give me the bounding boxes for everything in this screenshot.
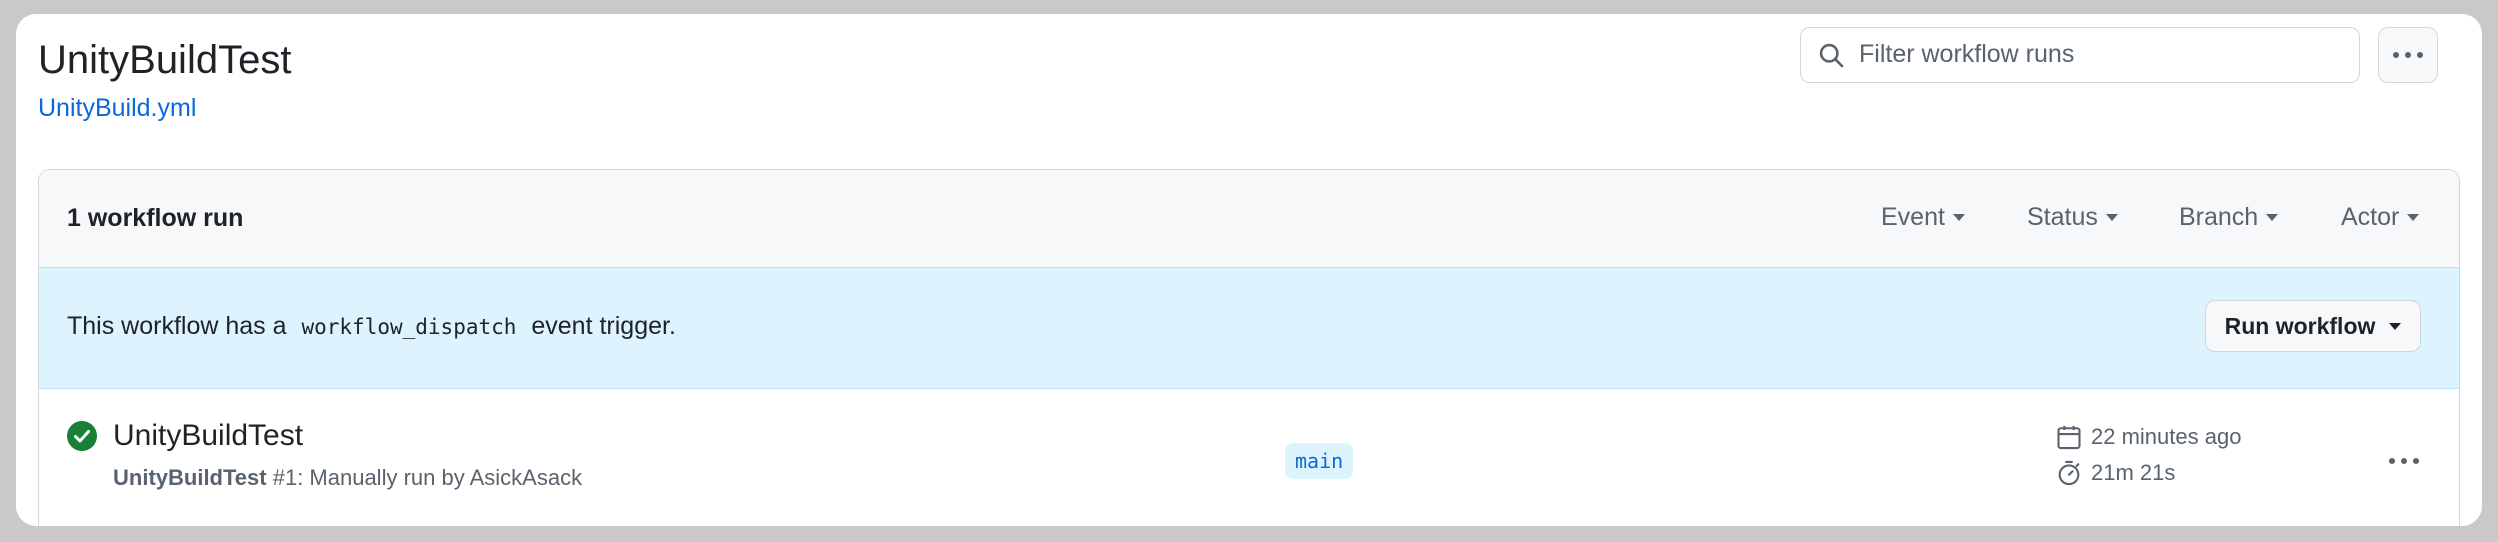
run-title-link[interactable]: UnityBuildTest: [113, 419, 303, 453]
filter-status-dropdown[interactable]: Status: [2027, 203, 2118, 232]
branch-badge[interactable]: main: [1285, 443, 1354, 479]
calendar-icon: [2057, 425, 2081, 450]
stopwatch-icon: [2058, 460, 2080, 486]
run-options-button[interactable]: [2379, 441, 2429, 481]
filter-search-box[interactable]: [1800, 27, 2360, 83]
run-workflow-name: UnityBuildTest: [113, 465, 267, 490]
page-title: UnityBuildTest: [38, 38, 292, 82]
search-icon: [1819, 43, 1844, 68]
workflow-file-link[interactable]: UnityBuild.yml: [38, 92, 196, 124]
run-count: 1 workflow run: [67, 204, 244, 232]
caret-down-icon: [1952, 214, 1965, 221]
filter-event-dropdown[interactable]: Event: [1881, 203, 1965, 232]
banner-text: This workflow has a workflow_dispatch ev…: [67, 312, 676, 341]
run-duration: 21m 21s: [2055, 459, 2175, 487]
check-circle-icon: [67, 421, 97, 451]
caret-down-icon: [2407, 214, 2420, 221]
caret-down-icon: [2105, 214, 2118, 221]
banner-code: workflow_dispatch: [301, 315, 517, 339]
dispatch-banner: This workflow has a workflow_dispatch ev…: [39, 268, 2459, 389]
filter-label: Status: [2027, 203, 2098, 231]
run-info: #1: Manually run by AsickAsack: [272, 465, 583, 490]
more-options-button[interactable]: [2378, 27, 2438, 83]
filter-label: Actor: [2341, 203, 2400, 231]
caret-down-icon: [2266, 214, 2279, 221]
run-workflow-button[interactable]: Run workflow: [2205, 300, 2421, 352]
caret-down-icon: [2389, 322, 2402, 330]
kebab-horizontal-icon: [2389, 458, 2419, 464]
kebab-horizontal-icon: [2393, 52, 2423, 58]
workflow-runs-box: 1 workflow run Event Status Branch Actor…: [38, 169, 2460, 526]
filter-label: Event: [1881, 203, 1945, 231]
runs-header: 1 workflow run Event Status Branch Actor: [39, 170, 2459, 268]
filter-branch-dropdown[interactable]: Branch: [2179, 203, 2279, 232]
banner-prefix: This workflow has a: [67, 312, 287, 340]
time-ago-text: 22 minutes ago: [2091, 424, 2242, 449]
run-meta: UnityBuildTest #1: Manually run by Asick…: [113, 465, 582, 491]
banner-suffix: event trigger.: [531, 312, 676, 340]
workflow-page: UnityBuildTest UnityBuild.yml 1 workflow…: [16, 14, 2482, 526]
run-workflow-label: Run workflow: [2224, 312, 2376, 339]
run-time-ago: 22 minutes ago: [2055, 423, 2241, 451]
search-input[interactable]: [1859, 28, 2339, 81]
duration-text: 21m 21s: [2091, 460, 2176, 485]
filter-label: Branch: [2179, 203, 2259, 231]
filter-actor-dropdown[interactable]: Actor: [2341, 203, 2420, 232]
table-row: UnityBuildTest UnityBuildTest #1: Manual…: [39, 389, 2459, 526]
